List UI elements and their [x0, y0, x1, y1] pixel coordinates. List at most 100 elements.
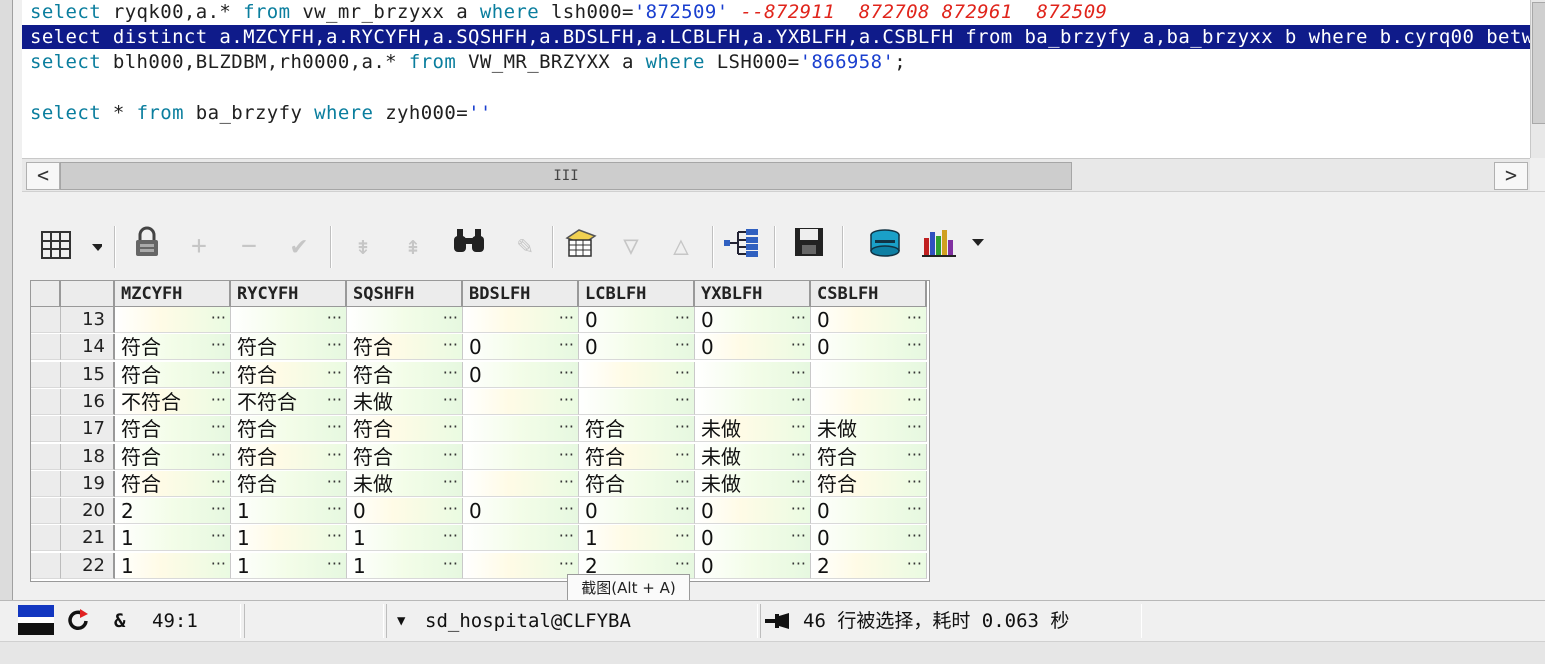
editor-vertical-scrollbar[interactable]: [1530, 0, 1545, 158]
cell-editor-button[interactable]: ···: [443, 525, 458, 549]
grid-cell[interactable]: 2 ···: [811, 552, 927, 579]
row-indicator[interactable]: [31, 552, 61, 579]
cell-editor-button[interactable]: ···: [907, 334, 922, 358]
column-header-sqshfh[interactable]: SQSHFH: [347, 281, 463, 307]
row-number[interactable]: 14: [61, 334, 115, 361]
grid-cell[interactable]: 1 ···: [579, 525, 695, 552]
row-indicator[interactable]: [31, 525, 61, 552]
grid-cell[interactable]: 0 ···: [695, 525, 811, 552]
sql-line[interactable]: select ryqk00,a.* from vw_mr_brzyxx a wh…: [30, 0, 1107, 24]
cell-editor-button[interactable]: ···: [907, 416, 922, 440]
grid-cell[interactable]: 0 ···: [695, 552, 811, 579]
grid-cell[interactable]: 符合 ···: [115, 470, 231, 497]
grid-cell[interactable]: ···: [347, 307, 463, 333]
grid-cell[interactable]: 0 ···: [695, 307, 811, 333]
column-header-bdslfh[interactable]: BDSLFH: [463, 281, 579, 307]
cell-editor-button[interactable]: ···: [443, 471, 458, 495]
row-indicator[interactable]: [31, 416, 61, 443]
grid-cell[interactable]: 未做 ···: [695, 416, 811, 443]
grid-cell[interactable]: 符合 ···: [231, 334, 347, 361]
add-record-icon[interactable]: +: [180, 226, 218, 266]
grid-cell[interactable]: 0 ···: [463, 498, 579, 525]
cell-editor-button[interactable]: ···: [675, 362, 690, 386]
grid-cell[interactable]: 1 ···: [231, 498, 347, 525]
grid-cell[interactable]: 符合 ···: [115, 361, 231, 388]
row-indicator[interactable]: [31, 307, 61, 333]
grid-cell[interactable]: ···: [231, 307, 347, 333]
grid-cell[interactable]: 符合 ···: [347, 334, 463, 361]
column-header-rycyfh[interactable]: RYCYFH: [231, 281, 347, 307]
cell-editor-button[interactable]: ···: [211, 498, 226, 522]
grid-cell[interactable]: ···: [579, 388, 695, 415]
grid-cell[interactable]: ···: [811, 388, 927, 415]
cell-editor-button[interactable]: ···: [327, 334, 342, 358]
grid-cell[interactable]: 未做 ···: [347, 388, 463, 415]
sql-line[interactable]: select * from ba_brzyfy where zyh000='': [30, 101, 492, 125]
cell-editor-button[interactable]: ···: [791, 334, 806, 358]
row-number[interactable]: 15: [61, 361, 115, 388]
cell-editor-button[interactable]: ···: [675, 307, 690, 331]
grid-cell[interactable]: 符合 ···: [579, 470, 695, 497]
cell-editor-button[interactable]: ···: [443, 498, 458, 522]
row-number[interactable]: 13: [61, 307, 115, 333]
cell-editor-button[interactable]: ···: [211, 525, 226, 549]
cell-editor-button[interactable]: ···: [327, 553, 342, 577]
grid-cell[interactable]: 未做 ···: [695, 470, 811, 497]
cell-editor-button[interactable]: ···: [559, 471, 574, 495]
sort-down-icon[interactable]: ▽: [612, 226, 650, 266]
sql-line[interactable]: select blh000,BLZDBM,rh0000,a.* from VW_…: [30, 50, 906, 74]
grid-cell[interactable]: 符合 ···: [115, 334, 231, 361]
row-number[interactable]: 19: [61, 470, 115, 497]
grid-cell[interactable]: 符合 ···: [811, 443, 927, 470]
grid-cell[interactable]: 0 ···: [811, 498, 927, 525]
cell-editor-button[interactable]: ···: [791, 471, 806, 495]
grid-cell[interactable]: 0 ···: [695, 334, 811, 361]
clear-filter-icon[interactable]: ⇞: [394, 226, 432, 266]
cell-editor-button[interactable]: ···: [443, 389, 458, 413]
grid-cell[interactable]: 符合 ···: [231, 470, 347, 497]
column-header-yxblfh[interactable]: YXBLFH: [695, 281, 811, 307]
grid-cell[interactable]: 不符合 ···: [115, 388, 231, 415]
grid-cell[interactable]: 符合 ···: [115, 416, 231, 443]
chart-icon[interactable]: [920, 226, 990, 266]
cell-editor-button[interactable]: ···: [559, 389, 574, 413]
grid-cell[interactable]: 符合 ···: [115, 443, 231, 470]
cell-editor-button[interactable]: ···: [559, 416, 574, 440]
cell-editor-button[interactable]: ···: [559, 334, 574, 358]
grid-cell[interactable]: 符合 ···: [811, 470, 927, 497]
cell-editor-button[interactable]: ···: [327, 362, 342, 386]
grid-cell[interactable]: ···: [463, 443, 579, 470]
grid-cell[interactable]: 0 ···: [579, 498, 695, 525]
editor-horizontal-scrollbar[interactable]: < III >: [22, 158, 1530, 191]
sort-up-icon[interactable]: △: [662, 226, 700, 266]
cell-editor-button[interactable]: ···: [559, 498, 574, 522]
grid-cell[interactable]: 符合 ···: [231, 416, 347, 443]
grid-cell[interactable]: ···: [115, 307, 231, 333]
grid-cell[interactable]: 符合 ···: [347, 361, 463, 388]
grid-cell[interactable]: ···: [463, 552, 579, 579]
grid-cell[interactable]: 1 ···: [231, 552, 347, 579]
grid-cell[interactable]: ···: [463, 416, 579, 443]
grid-cell[interactable]: ···: [579, 361, 695, 388]
row-number[interactable]: 21: [61, 525, 115, 552]
grid-cell[interactable]: 未做 ···: [347, 470, 463, 497]
post-edit-icon[interactable]: ✔: [280, 226, 318, 266]
cell-editor-button[interactable]: ···: [327, 444, 342, 468]
clear-icon[interactable]: ✎: [506, 226, 544, 266]
cell-editor-button[interactable]: ···: [675, 525, 690, 549]
grid-cell[interactable]: 0 ···: [811, 307, 927, 333]
grid-cell[interactable]: ···: [463, 307, 579, 333]
cell-editor-button[interactable]: ···: [791, 553, 806, 577]
vertical-scroll-thumb[interactable]: [1532, 2, 1545, 124]
grid-cell[interactable]: 0 ···: [463, 361, 579, 388]
scroll-right-button[interactable]: >: [1494, 162, 1528, 190]
save-icon[interactable]: [790, 226, 828, 266]
cell-editor-button[interactable]: ···: [675, 444, 690, 468]
grid-cell[interactable]: 1 ···: [231, 525, 347, 552]
cell-editor-button[interactable]: ···: [443, 307, 458, 331]
filter-icon[interactable]: ⇟: [344, 226, 382, 266]
grid-cell[interactable]: 0 ···: [347, 498, 463, 525]
cell-editor-button[interactable]: ···: [907, 444, 922, 468]
grid-options-icon[interactable]: [38, 226, 104, 266]
grid-cell[interactable]: ···: [463, 525, 579, 552]
